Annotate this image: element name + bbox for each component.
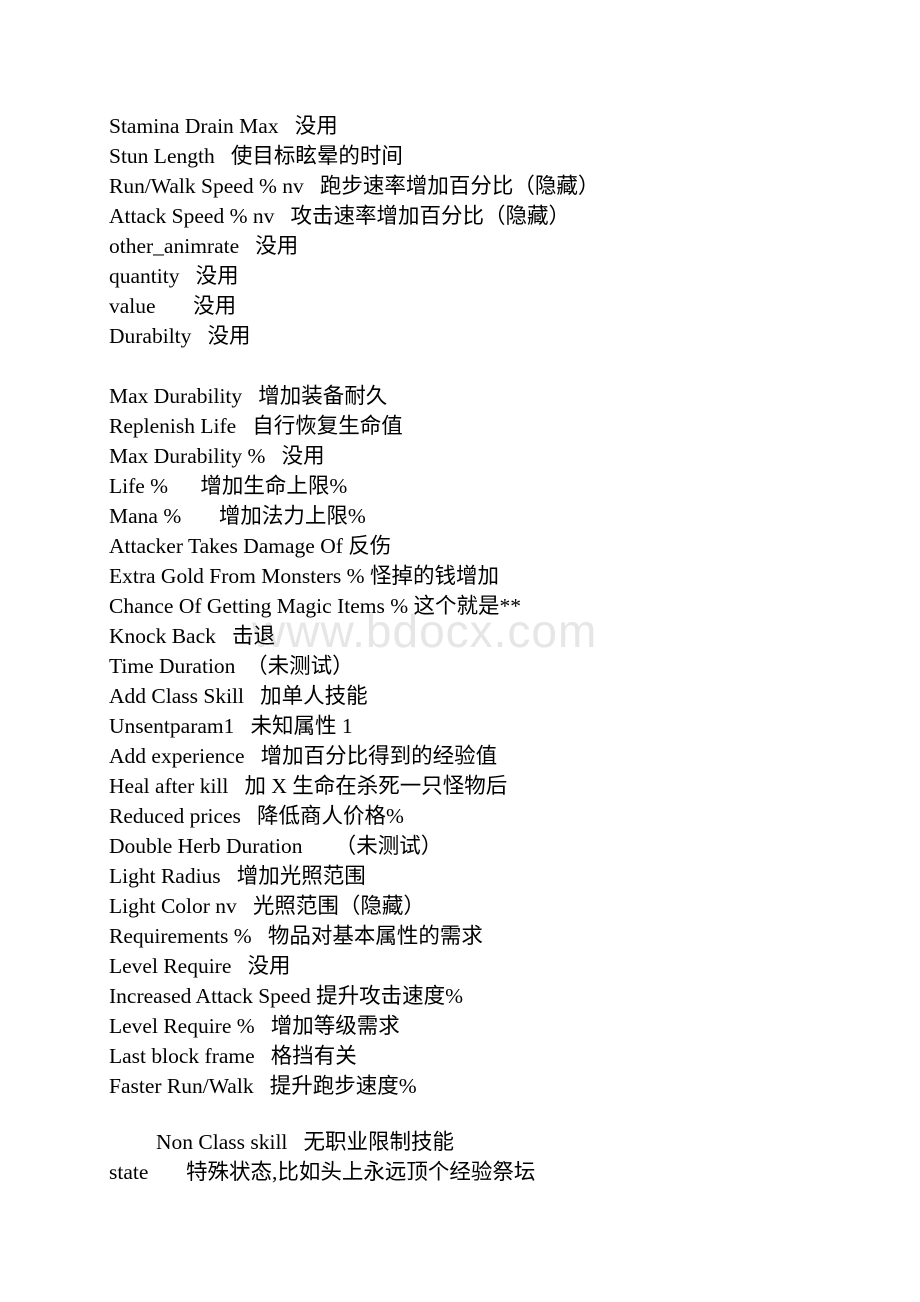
text-line: Life % 增加生命上限% bbox=[109, 474, 348, 498]
text-line: Last block frame 格挡有关 bbox=[109, 1044, 357, 1068]
text-line: state 特殊状态,比如头上永远顶个经验祭坛 bbox=[109, 1160, 536, 1184]
text-line: Heal after kill 加 X 生命在杀死一只怪物后 bbox=[109, 774, 508, 798]
text-line: other_animrate 没用 bbox=[109, 234, 299, 258]
text-line: Faster Run/Walk 提升跑步速度% bbox=[109, 1074, 417, 1098]
text-line: Max Durability 增加装备耐久 bbox=[109, 384, 388, 408]
text-line: Extra Gold From Monsters % 怪掉的钱增加 bbox=[109, 564, 499, 588]
text-line: Double Herb Duration （未测试） bbox=[109, 834, 443, 858]
text-block-3: Non Class skill 无职业限制技能 bbox=[109, 1127, 869, 1157]
document-page: www.bdocx.com Stamina Drain Max 没用 Stun … bbox=[0, 0, 920, 1302]
text-line: Increased Attack Speed 提升攻击速度% bbox=[109, 984, 464, 1008]
document-body: Stamina Drain Max 没用 Stun Length 使目标眩晕的时… bbox=[109, 111, 869, 1187]
text-line-indented: Non Class skill 无职业限制技能 bbox=[156, 1130, 455, 1154]
text-line: Level Require % 增加等级需求 bbox=[109, 1014, 400, 1038]
text-line: Add experience 增加百分比得到的经验值 bbox=[109, 744, 498, 768]
text-line: Unsentparam1 未知属性 1 bbox=[109, 714, 353, 738]
text-line: Knock Back 击退 bbox=[109, 624, 275, 648]
text-line: Requirements % 物品对基本属性的需求 bbox=[109, 924, 483, 948]
text-block-1: Stamina Drain Max 没用 Stun Length 使目标眩晕的时… bbox=[109, 111, 869, 351]
text-line: Time Duration （未测试） bbox=[109, 654, 354, 678]
text-line: Max Durability % 没用 bbox=[109, 444, 325, 468]
text-line: value 没用 bbox=[109, 294, 237, 318]
text-line: Attacker Takes Damage Of 反伤 bbox=[109, 534, 392, 558]
text-line: Stamina Drain Max 没用 bbox=[109, 114, 338, 138]
text-line: Stun Length 使目标眩晕的时间 bbox=[109, 144, 403, 168]
text-line: Run/Walk Speed % nv 跑步速率增加百分比（隐藏） bbox=[109, 174, 600, 198]
text-line: Replenish Life 自行恢复生命值 bbox=[109, 414, 403, 438]
text-line: Durabilty 没用 bbox=[109, 324, 251, 348]
text-line: Add Class Skill 加单人技能 bbox=[109, 684, 368, 708]
text-block-4: state 特殊状态,比如头上永远顶个经验祭坛 bbox=[109, 1157, 869, 1187]
text-line: Light Color nv 光照范围（隐藏） bbox=[109, 894, 425, 918]
text-line: Light Radius 增加光照范围 bbox=[109, 864, 366, 888]
text-line: Chance Of Getting Magic Items % 这个就是** bbox=[109, 594, 521, 618]
text-line: Reduced prices 降低商人价格% bbox=[109, 804, 404, 828]
text-line: Level Require 没用 bbox=[109, 954, 291, 978]
text-line: Attack Speed % nv 攻击速率增加百分比（隐藏） bbox=[109, 204, 571, 228]
text-line: Mana % 增加法力上限% bbox=[109, 504, 366, 528]
text-block-2: Max Durability 增加装备耐久 Replenish Life 自行恢… bbox=[109, 381, 869, 1101]
text-line: quantity 没用 bbox=[109, 264, 239, 288]
